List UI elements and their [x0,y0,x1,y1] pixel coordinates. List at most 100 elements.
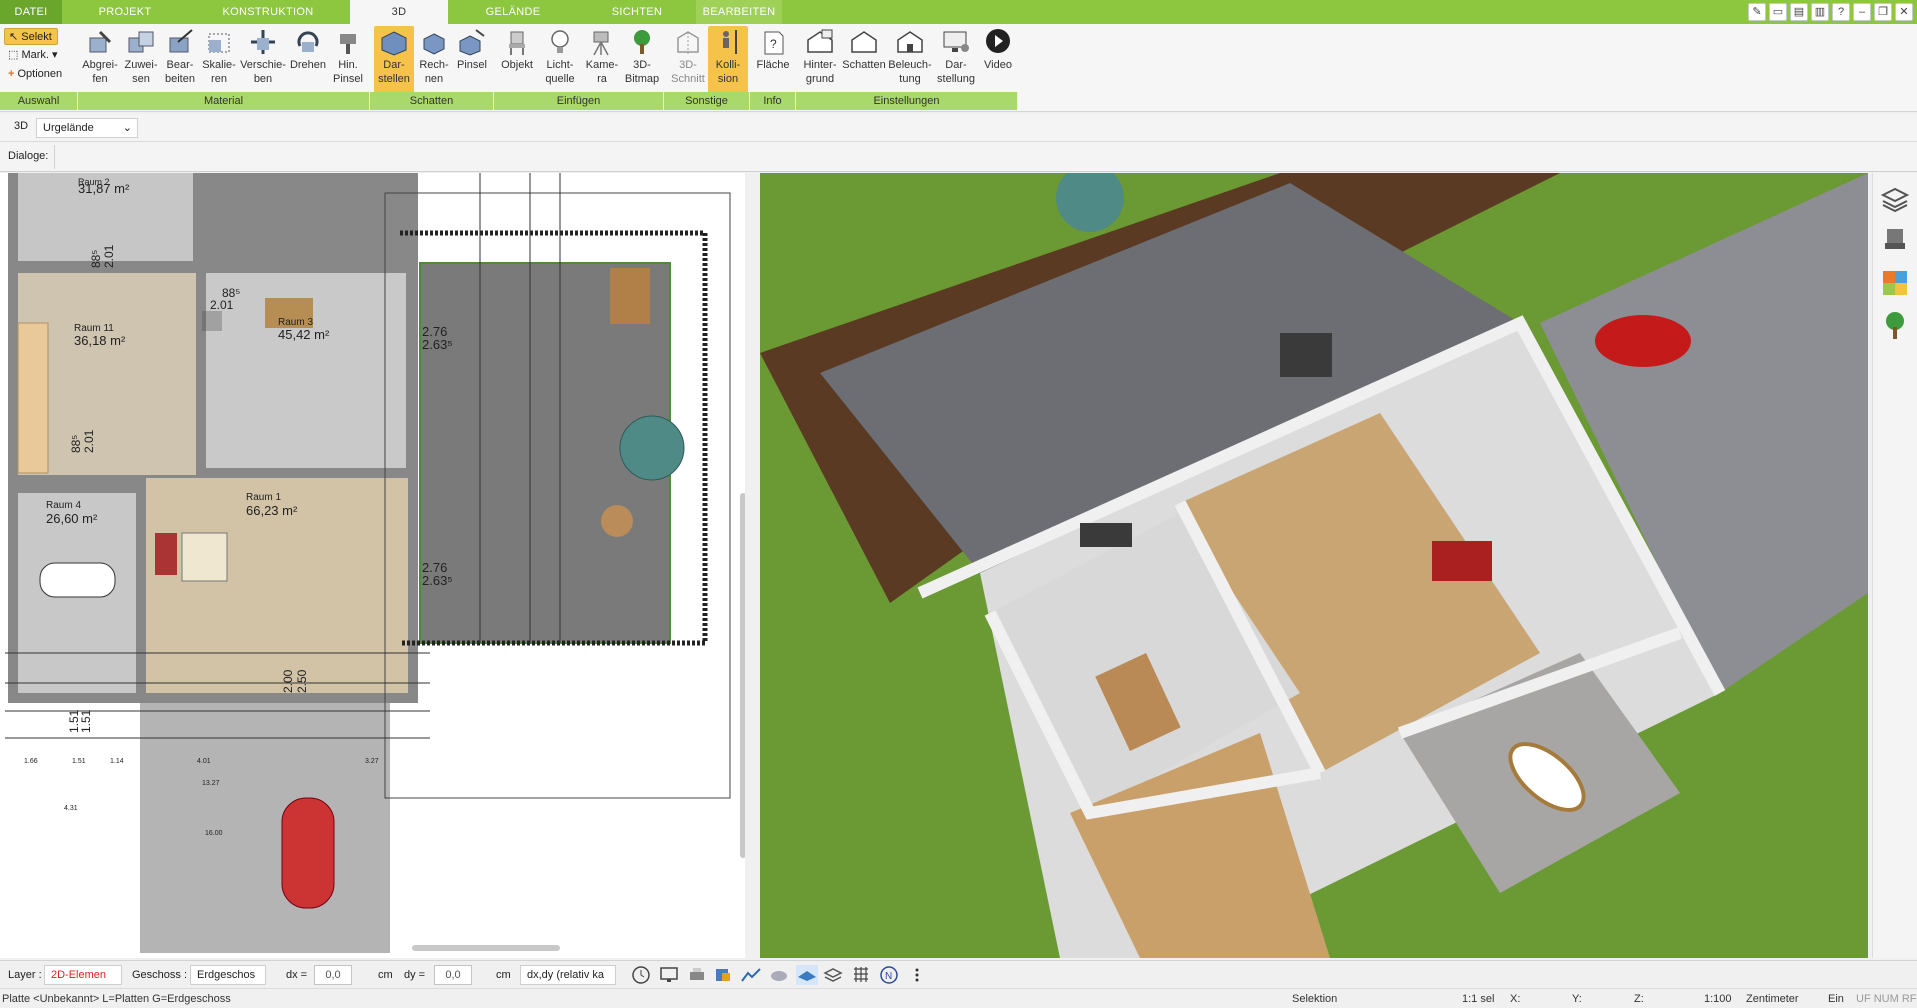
lichtquelle-button[interactable]: Licht- quelle [540,26,580,94]
panel-icon[interactable]: ▥ [1811,3,1829,21]
flaeche-label: Fläche [756,59,790,71]
hintergrund-button[interactable]: Hinter- grund [800,26,840,94]
bearbeiten-label: Bear- [166,59,194,71]
horizontal-scrollbar[interactable] [412,945,560,951]
pen-icon[interactable]: ✎ [1748,3,1766,21]
dy-input[interactable]: 0,0 [434,965,472,985]
darstellung-button[interactable]: Dar- stellung [934,26,978,94]
options-button[interactable]: + Optionen [4,66,66,83]
cloud-icon[interactable] [768,965,790,985]
drehen-button[interactable]: Drehen [288,26,328,94]
coffee-table[interactable] [181,532,228,582]
dy-unit: cm [496,969,511,981]
floor-plan-canvas[interactable]: Raum 2 31,87 m² Raum 11 36,18 m² Raum 3 … [0,173,745,958]
clock-icon[interactable] [630,965,652,985]
lichtquelle-label-2: quelle [545,73,575,85]
sofa-3d[interactable] [1432,541,1492,581]
car-3d[interactable] [1595,315,1691,367]
mark-button[interactable]: ⬚ Mark. ▾ [4,47,62,64]
coord-mode-value: dx,dy (relativ ka [527,969,605,981]
hin-pinsel-label-2: Pinsel [333,73,363,85]
zuweisen-button[interactable]: Zuwei- sen [121,26,161,94]
furniture-catalog-icon[interactable] [1879,225,1911,257]
schatten-button[interactable]: Schatten [842,26,886,94]
minimize-icon[interactable]: – [1853,3,1871,21]
layers-small-icon[interactable] [822,965,844,985]
verschieben-button[interactable]: Verschie- ben [240,26,286,94]
3d-render[interactable] [760,173,1868,958]
abgreifen-button[interactable]: Abgrei- fen [80,26,120,94]
monitor-settings-icon [943,31,969,52]
room-4-area: 26,60 m² [46,511,98,526]
beleuchtung-button[interactable]: Beleuch- tung [888,26,932,94]
skalieren-button[interactable]: Skalie- ren [199,26,239,94]
dialoge-label: Dialoge: [8,150,49,162]
bearbeiten-button[interactable]: Bear- beiten [160,26,200,94]
dim-label: 3.27 [365,758,379,765]
darstellen-button[interactable]: Dar- stellen [374,26,414,94]
layer-dropdown[interactable]: 2D-Elemen [44,965,122,985]
drehen-label: Drehen [289,59,327,71]
north-icon[interactable]: N [878,965,900,985]
monitor-icon[interactable] [658,965,680,985]
print-icon[interactable] [686,965,708,985]
skalieren-label-2: ren [211,73,227,85]
sofa[interactable] [155,533,177,575]
kamera-button[interactable]: Kame- ra [582,26,622,94]
3d-schnitt-button[interactable]: 3D- Schnitt [668,26,708,94]
terrace-table[interactable] [610,268,650,324]
objekt-button[interactable]: Objekt [497,26,537,94]
flaeche-button[interactable]: ? Fläche [753,26,793,94]
tab-gelaende[interactable]: GELÄNDE [448,0,578,24]
more-icon[interactable] [906,965,928,985]
materials-icon[interactable] [1879,267,1911,299]
terrain-dropdown[interactable]: Urgelände ⌄ [36,118,138,138]
geschoss-dropdown[interactable]: Erdgeschos [190,965,266,985]
dy-value: 0,0 [445,969,461,981]
background-icon [807,29,833,53]
layout-icon[interactable]: ▤ [1790,3,1808,21]
select-button[interactable]: ↖ Selekt [4,28,58,45]
dx-input[interactable]: 0,0 [314,965,352,985]
export-icon[interactable] [712,965,734,985]
tab-projekt[interactable]: PROJEKT [62,0,188,24]
3d-bitmap-button[interactable]: 3D- Bitmap [622,26,662,94]
rechnen-button[interactable]: Rech- nen [414,26,454,94]
mark-icon: ⬚ [8,49,19,61]
close-icon[interactable]: ✕ [1895,3,1913,21]
help-icon[interactable]: ? [1832,3,1850,21]
floor-plan-view[interactable]: Raum 2 31,87 m² Raum 11 36,18 m² Raum 3 … [0,173,745,958]
tab-sichten[interactable]: SICHTEN [578,0,696,24]
vertical-scrollbar[interactable] [740,493,745,858]
tab-konstruktion[interactable]: KONSTRUKTION [188,0,348,24]
terrain-value: Urgelände [43,122,94,134]
kamera-label-2: ra [597,73,607,85]
3d-view[interactable] [760,173,1868,958]
staircase[interactable] [17,322,49,474]
kollision-button[interactable]: Kolli- sion [708,26,748,94]
move-icon [251,30,275,54]
bottom-toolbar: Layer : 2D-Elemen Geschoss : Erdgeschos … [0,960,1917,988]
video-button[interactable]: Video [978,26,1018,94]
beleuchtung-label: Beleuch- [888,59,932,71]
hin-pinsel-button[interactable]: Hin. Pinsel [328,26,368,94]
layers-icon[interactable] [1879,183,1911,215]
tab-bearbeiten[interactable]: BEARBEITEN [696,0,782,24]
window-icon[interactable]: ▭ [1769,3,1787,21]
area-info-icon: ? [764,31,784,55]
restore-icon[interactable]: ❐ [1874,3,1892,21]
plants-icon[interactable] [1879,309,1911,341]
bathtub[interactable] [39,562,116,598]
round-table[interactable] [601,505,633,537]
terrain-tool-icon[interactable] [740,965,762,985]
tab-3d[interactable]: 3D [350,0,448,26]
plane-icon[interactable] [796,965,818,985]
group-einfuegen: Einfügen [494,92,664,110]
grid-icon[interactable] [850,965,872,985]
car[interactable] [281,797,335,909]
coord-mode-dropdown[interactable]: dx,dy (relativ ka [520,965,616,985]
parasol[interactable] [619,415,685,481]
tree-icon [634,30,650,54]
pinsel-button[interactable]: Pinsel [452,26,492,94]
tab-datei[interactable]: DATEI [0,0,62,24]
